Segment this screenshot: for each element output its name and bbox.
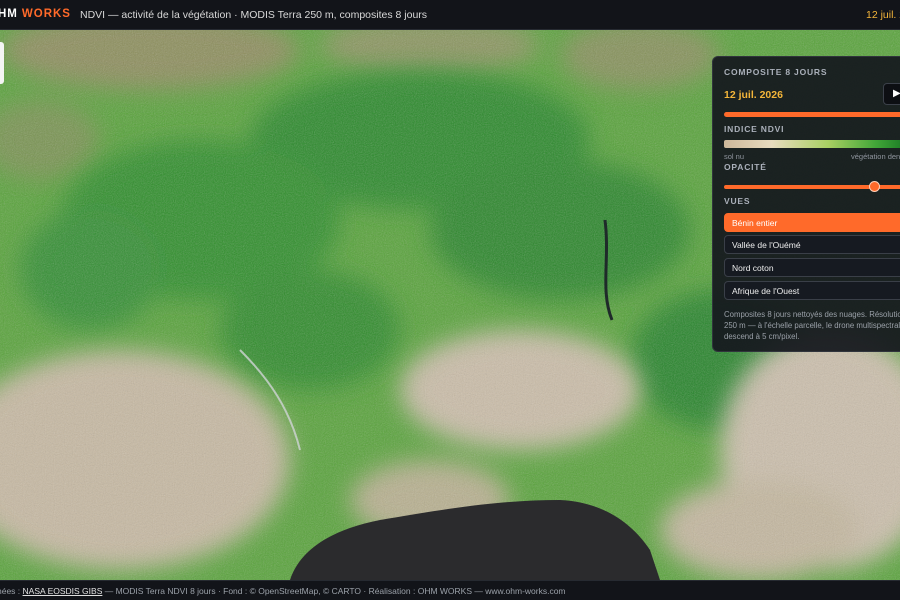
ndvi-heading: INDICE NDVI bbox=[724, 124, 785, 134]
panel-note: Composites 8 jours nettoyés des nuages. … bbox=[724, 310, 900, 341]
footer-prefix: nées : bbox=[0, 586, 21, 596]
brand-part-1: HM bbox=[0, 8, 18, 20]
view-oueme-button[interactable]: Vallée de l'Ouémé bbox=[724, 235, 900, 254]
brand-logo[interactable]: HM WORKS bbox=[0, 8, 71, 20]
timeline-slider[interactable] bbox=[724, 112, 900, 117]
view-nord-coton-button[interactable]: Nord coton bbox=[724, 258, 900, 277]
page-subtitle: NDVI — activité de la végétation · MODIS… bbox=[80, 9, 428, 21]
brand-part-2: WORKS bbox=[21, 8, 71, 20]
opacity-heading: OPACITÉ bbox=[724, 162, 767, 172]
opacity-handle[interactable] bbox=[869, 181, 880, 192]
view-afrique-ouest-button[interactable]: Afrique de l'Ouest bbox=[724, 281, 900, 300]
ndvi-legend-gradient bbox=[724, 140, 900, 148]
legend-high-label: végétation dense bbox=[851, 152, 900, 161]
views-heading: VUES bbox=[724, 196, 751, 206]
play-button[interactable]: ▶ bbox=[883, 83, 900, 105]
view-benin-button[interactable]: Bénin entier bbox=[724, 213, 900, 232]
composite-date: 12 juil. 2026 bbox=[724, 89, 783, 101]
control-panel: COMPOSITE 8 JOURS 12 juil. 2026 ▶ INDICE… bbox=[712, 56, 900, 352]
header-date: 12 juil. 2026 bbox=[866, 9, 900, 21]
legend-low-label: sol nu bbox=[724, 152, 745, 161]
zoom-control[interactable] bbox=[0, 42, 4, 84]
source-link[interactable]: NASA EOSDIS GIBS bbox=[23, 586, 103, 596]
footer-credits: — MODIS Terra NDVI 8 jours · Fond : © Op… bbox=[102, 586, 566, 596]
top-bar: HM WORKS NDVI — activité de la végétation… bbox=[0, 0, 900, 30]
attribution-footer: nées : NASA EOSDIS GIBS — MODIS Terra ND… bbox=[0, 580, 900, 600]
play-icon: ▶ bbox=[893, 88, 900, 99]
composite-heading: COMPOSITE 8 JOURS bbox=[724, 67, 828, 77]
